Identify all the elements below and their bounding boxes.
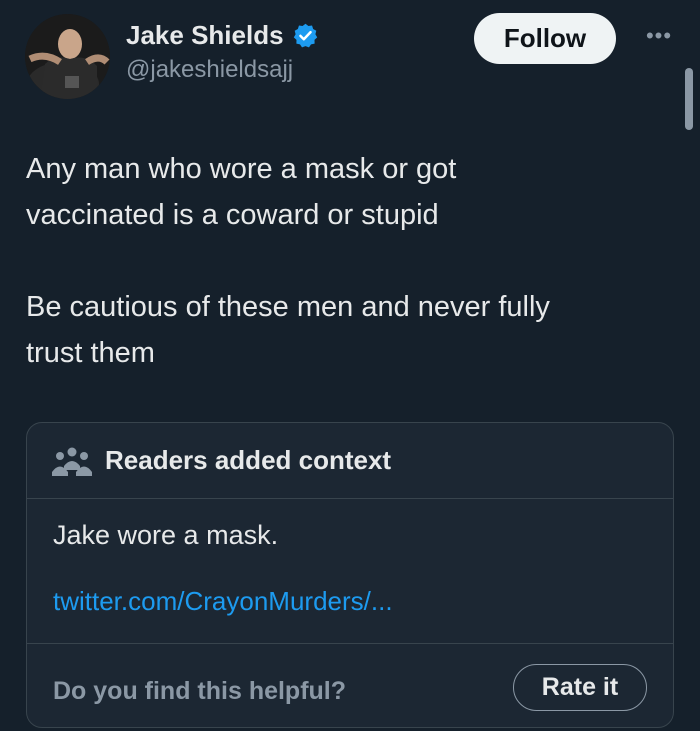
author-name-row[interactable]: Jake Shields	[126, 20, 319, 51]
helpful-question: Do you find this helpful?	[53, 677, 347, 705]
tweet-text: Any man who wore a mask or got vaccinate…	[26, 153, 550, 369]
community-note-body: Jake wore a mask.	[53, 520, 279, 550]
people-icon	[52, 446, 92, 476]
avatar[interactable]	[25, 14, 110, 99]
follow-button[interactable]: Follow	[474, 13, 616, 64]
ellipsis-icon[interactable]: •••	[639, 25, 679, 55]
verified-badge-icon	[292, 22, 319, 49]
community-note-link[interactable]: twitter.com/CrayonMurders/...	[53, 586, 393, 617]
author-handle[interactable]: @jakeshieldsajj	[126, 56, 293, 84]
tweet: Jake Shields @jakeshieldsajj Follow ••• …	[0, 0, 700, 731]
community-note-footer: Do you find this helpful? Rate it	[27, 643, 673, 727]
community-note: Readers added context Jake wore a mask. …	[26, 422, 674, 728]
author-name[interactable]: Jake Shields	[126, 20, 284, 51]
community-note-title: Readers added context	[105, 445, 392, 475]
scrollbar[interactable]	[685, 68, 693, 130]
community-note-header: Readers added context	[27, 423, 673, 499]
rate-it-button[interactable]: Rate it	[513, 664, 647, 711]
